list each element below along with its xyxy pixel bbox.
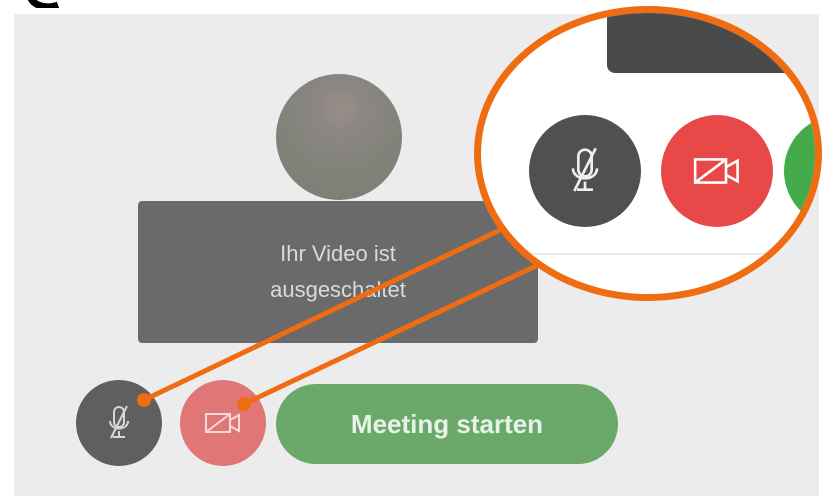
zoom-callout [474, 6, 822, 301]
start-meeting-button[interactable]: Meeting starten [276, 384, 618, 464]
video-off-message: Ihr Video ist ausgeschaltet [138, 201, 538, 343]
camera-off-icon [693, 158, 739, 184]
cropped-heading-fragment [28, 0, 60, 8]
avatar [276, 74, 402, 200]
video-off-line-2: ausgeschaltet [270, 277, 406, 302]
zoom-top-bar [607, 13, 815, 73]
zoomed-camera-toggle-button[interactable] [661, 115, 773, 227]
mute-microphone-button[interactable] [76, 380, 162, 466]
camera-toggle-button[interactable] [180, 380, 266, 466]
zoomed-mute-microphone-button[interactable] [529, 115, 641, 227]
muted-microphone-icon [571, 147, 599, 192]
zoom-divider [481, 253, 815, 255]
camera-off-icon [205, 413, 240, 433]
muted-microphone-icon [109, 405, 129, 439]
video-off-line-1: Ihr Video ist [280, 241, 396, 266]
